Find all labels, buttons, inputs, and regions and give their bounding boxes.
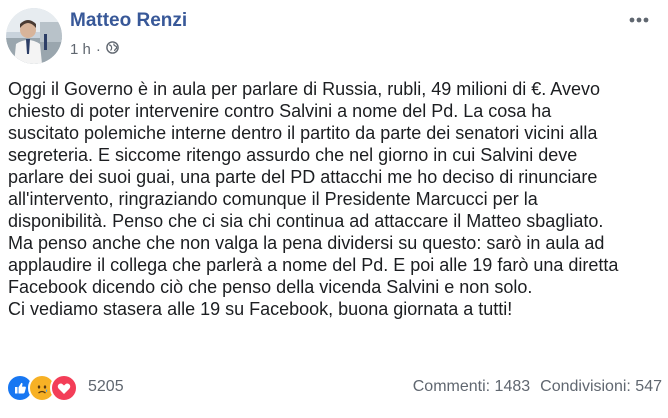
shares-count[interactable]: Condivisioni: 547	[540, 378, 662, 396]
avatar[interactable]	[6, 8, 62, 64]
post-body-line: Ma penso anche che non valga la pena div…	[8, 233, 605, 253]
author-name[interactable]: Matteo Renzi	[70, 10, 187, 32]
post-body-line: Ci vediamo stasera alle 19 su Facebook, …	[8, 299, 513, 319]
post-body: Oggi il Governo è in aula per parlare di…	[8, 78, 660, 320]
post-body-line: chiesto di poter intervenire contro Salv…	[8, 101, 552, 121]
post-meta: 1 h ·	[70, 40, 119, 58]
post-body-line: suscitato polemiche interne dentro il pa…	[8, 123, 598, 143]
post-stats: Commenti: 1483 Condivisioni: 547	[413, 378, 662, 396]
meta-separator: ·	[95, 40, 101, 58]
comments-count[interactable]: Commenti: 1483	[413, 378, 530, 396]
love-icon	[50, 374, 78, 402]
avatar-image	[6, 8, 62, 64]
ellipsis-icon	[629, 17, 649, 23]
facebook-post: Matteo Renzi 1 h · Oggi il Governo è in …	[0, 0, 668, 418]
reaction-icons[interactable]	[6, 374, 78, 402]
post-body-line: segreteria. E siccome ritengo assurdo ch…	[8, 145, 578, 165]
globe-icon[interactable]	[106, 40, 119, 58]
post-body-line: parlare dei suoi guai, una parte del PD …	[8, 167, 598, 187]
post-body-line: applaudire il collega che parlerà a nome…	[8, 255, 619, 275]
post-body-line: disponibilità. Penso che ci sia chi cont…	[8, 211, 604, 231]
post-timestamp[interactable]: 1 h	[70, 41, 91, 58]
post-body-line: Oggi il Governo è in aula per parlare di…	[8, 79, 600, 99]
post-footer: 5205 Commenti: 1483 Condivisioni: 547	[6, 374, 662, 402]
post-body-line: all'intervento, ringraziando comunque il…	[8, 189, 538, 209]
post-body-line: Facebook dicendo ciò che penso della vic…	[8, 277, 533, 297]
reaction-count[interactable]: 5205	[88, 378, 124, 396]
more-options-button[interactable]	[622, 8, 656, 32]
